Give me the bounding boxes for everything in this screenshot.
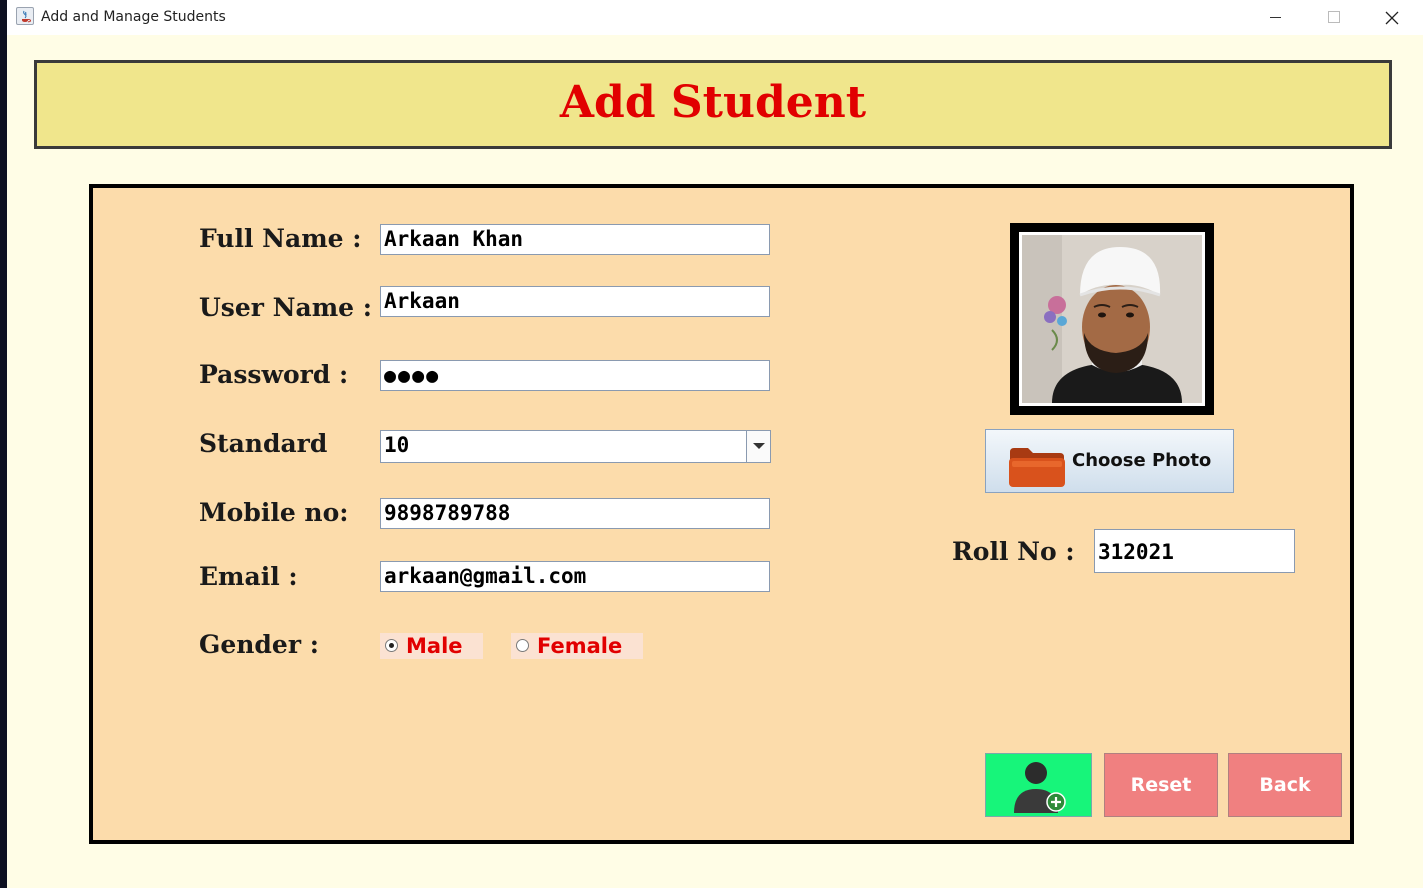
standard-selected-value: 10 [384, 433, 410, 457]
email-label: Email : [199, 562, 298, 591]
window-title: Add and Manage Students [41, 9, 226, 25]
maximize-button[interactable] [1305, 0, 1363, 35]
mobile-field[interactable]: 9898789788 [380, 498, 770, 529]
user-name-label: User Name : [199, 293, 372, 322]
student-form-panel: Full Name : Arkaan Khan User Name : Arka… [89, 184, 1354, 844]
roll-no-label: Roll No : [952, 537, 1075, 566]
user-name-field[interactable]: Arkaan [380, 286, 770, 317]
chevron-down-icon[interactable] [746, 431, 770, 462]
gender-female-label: Female [537, 634, 623, 658]
email-field[interactable]: arkaan@gmail.com [380, 561, 770, 592]
choose-photo-label: Choose Photo [1072, 450, 1212, 471]
mobile-label: Mobile no: [199, 498, 349, 527]
gender-label: Gender : [199, 630, 319, 659]
gender-male-label: Male [406, 634, 463, 658]
minimize-icon [1270, 17, 1281, 18]
close-icon [1385, 11, 1399, 25]
header-banner: Add Student [34, 60, 1392, 149]
roll-no-field[interactable]: 312021 [1094, 529, 1295, 573]
close-button[interactable] [1363, 0, 1421, 35]
student-photo-frame [1010, 223, 1214, 415]
maximize-icon [1328, 11, 1340, 23]
add-student-button[interactable] [985, 753, 1092, 817]
choose-photo-button[interactable]: Choose Photo [985, 429, 1234, 493]
page-title: Add Student [559, 77, 867, 128]
standard-label: Standard [199, 429, 328, 458]
back-button[interactable]: Back [1228, 753, 1342, 817]
gender-male-radio[interactable]: Male [380, 633, 483, 659]
folder-icon [1009, 448, 1065, 487]
java-app-icon [16, 7, 34, 25]
gender-female-radio[interactable]: Female [511, 633, 643, 659]
radio-selected-icon [385, 639, 398, 652]
minimize-button[interactable] [1247, 0, 1305, 35]
app-window: Add and Manage Students Add Student Full… [7, 0, 1423, 888]
full-name-label: Full Name : [199, 224, 362, 253]
user-add-icon [1014, 762, 1066, 813]
full-name-field[interactable]: Arkaan Khan [380, 224, 770, 255]
password-label: Password : [199, 360, 349, 389]
radio-unselected-icon [516, 639, 529, 652]
reset-button[interactable]: Reset [1104, 753, 1218, 817]
student-photo [1022, 235, 1202, 403]
password-field[interactable]: ●●●● [380, 360, 770, 391]
title-bar: Add and Manage Students [7, 0, 1423, 35]
standard-combobox[interactable]: 10 [380, 430, 771, 463]
